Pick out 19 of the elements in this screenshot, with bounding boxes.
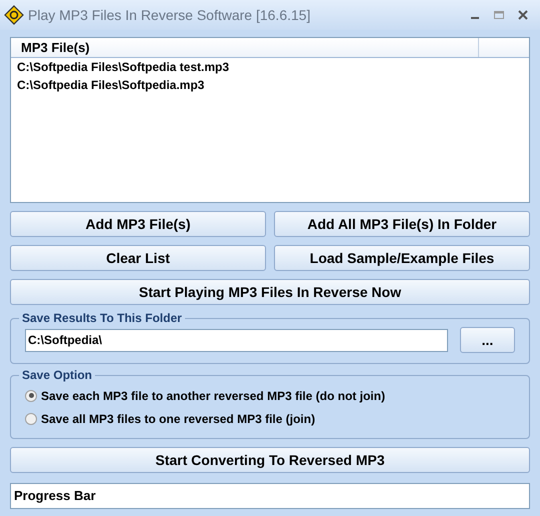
file-row[interactable]: C:\Softpedia Files\Softpedia.mp3 bbox=[11, 77, 529, 94]
radio-label[interactable]: Save each MP3 file to another reversed MP3 file (do not join) bbox=[41, 386, 386, 404]
action-button[interactable]: Clear List bbox=[10, 245, 266, 271]
browse-button[interactable]: ... bbox=[460, 327, 515, 353]
group-label: Save Option bbox=[21, 367, 94, 384]
radio-button[interactable] bbox=[25, 390, 37, 402]
radio-button[interactable] bbox=[25, 412, 37, 424]
action-button[interactable]: Add MP3 File(s) bbox=[10, 211, 266, 237]
action-button[interactable]: Start Playing MP3 Files In Reverse Now bbox=[10, 279, 530, 305]
window-title: Play MP3 Files In Reverse Software [16.6.15] bbox=[28, 6, 310, 25]
action-button[interactable]: Add All MP3 File(s) In Folder bbox=[274, 211, 530, 237]
folder-field[interactable]: C:\Softpedia\ bbox=[25, 328, 448, 352]
app-icon bbox=[4, 5, 24, 25]
radio-label[interactable]: Save all MP3 files to one reversed MP3 file (join) bbox=[41, 410, 316, 428]
group-label: Save Results To This Folder bbox=[21, 310, 183, 327]
action-button[interactable]: Load Sample/Example Files bbox=[274, 245, 530, 271]
file-row[interactable]: C:\Softpedia Files\Softpedia test.mp3 bbox=[11, 59, 529, 76]
convert-button[interactable]: Start Converting To Reversed MP3 bbox=[10, 447, 530, 473]
close-icon[interactable] bbox=[518, 10, 528, 20]
